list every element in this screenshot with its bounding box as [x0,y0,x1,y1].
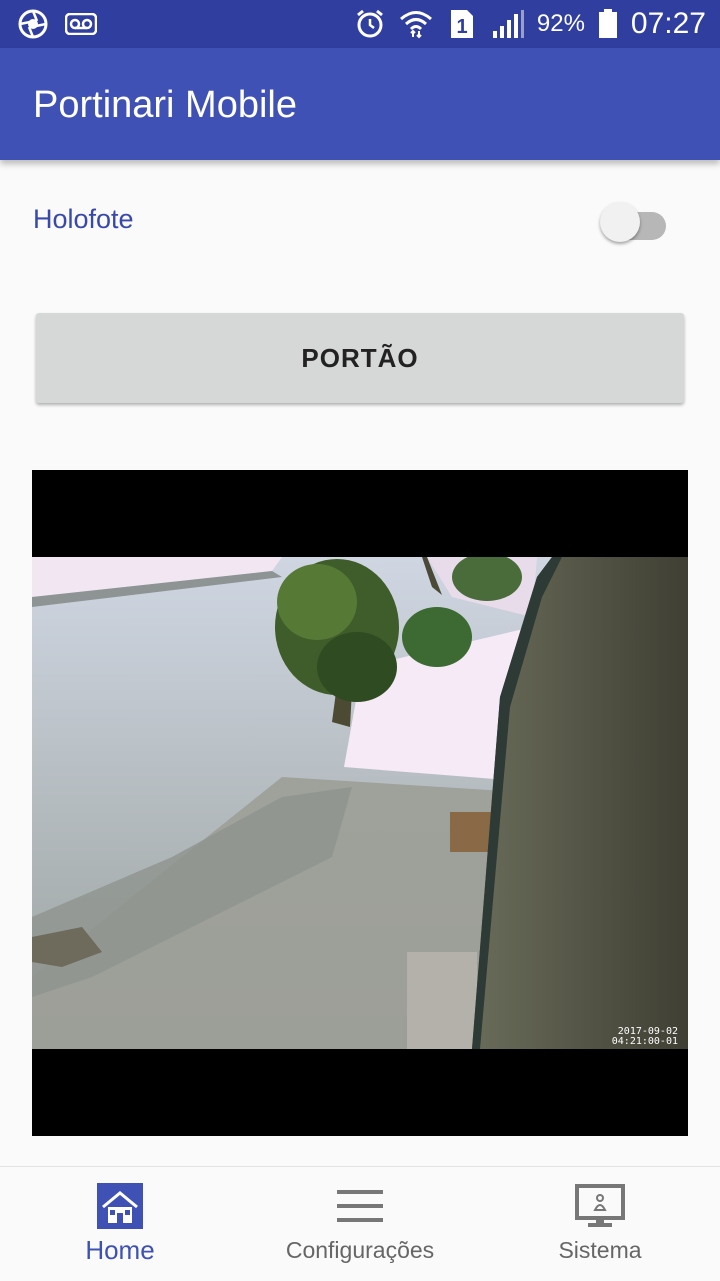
camera-frame [32,557,688,1049]
monitor-icon [575,1184,625,1227]
voicemail-icon [64,8,98,40]
battery-percent: 92% [536,10,585,37]
nav-home[interactable]: Home [0,1167,240,1281]
nav-sistema[interactable]: Sistema [480,1167,720,1281]
app-bar: Portinari Mobile [0,48,720,160]
camera-timestamp: 2017-09-02 04:21:00-01 [612,1027,678,1047]
floodlight-switch[interactable] [600,201,670,242]
signal-icon [491,8,525,40]
home-icon [97,1183,143,1229]
camera-view: 2017-09-02 04:21:00-01 [32,470,688,1136]
gate-button[interactable]: PORTÃO [36,313,684,403]
alarm-icon [353,8,387,40]
camera-time: 04:21:00-01 [611,1036,678,1047]
wifi-icon [399,8,433,40]
sim-1-icon: 1 [445,8,479,40]
svg-text:1: 1 [456,16,467,38]
status-bar: 1 92% 07:27 [0,0,720,48]
nav-home-label: Home [85,1235,155,1265]
battery-icon [597,8,619,40]
switch-thumb[interactable] [600,202,640,242]
app-title: Portinari Mobile [33,84,297,126]
nav-configuracoes-label: Configurações [285,1237,435,1263]
status-time: 07:27 [630,7,706,40]
shutter-icon [16,8,50,40]
bottom-navigation: Home Configurações Sistema [0,1166,720,1281]
menu-icon [337,1190,383,1222]
floodlight-row[interactable]: Holofote [0,180,720,260]
floodlight-label: Holofote [33,204,134,234]
nav-configuracoes[interactable]: Configurações [240,1167,480,1281]
nav-sistema-label: Sistema [558,1237,642,1263]
